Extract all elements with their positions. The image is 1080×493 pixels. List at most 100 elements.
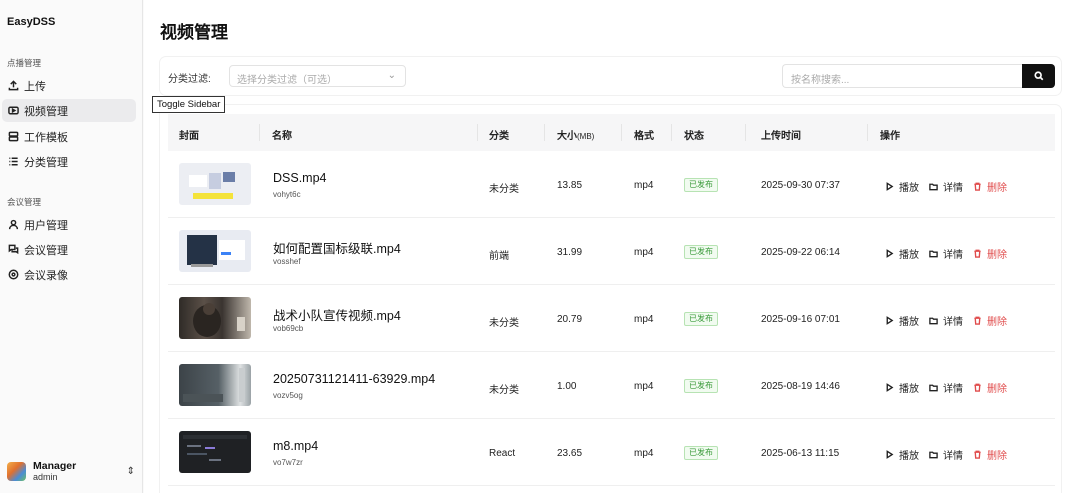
play-button[interactable]: 播放 (885, 380, 919, 395)
sidebar-item-user-management[interactable]: 用户管理 (2, 213, 136, 236)
play-button[interactable]: 播放 (885, 179, 919, 194)
video-format: mp4 (634, 314, 654, 325)
video-size: 13.85 (557, 180, 583, 191)
video-size: 31.99 (557, 247, 583, 258)
search-icon (1033, 71, 1043, 81)
video-name: DSS.mp4 (273, 171, 327, 185)
user-menu[interactable]: Manager admin ⇕ (7, 458, 135, 484)
avatar (7, 461, 26, 481)
table-row: 战术小队宣传视频.mp4 vob69cb 未分类 20.79 mp4 已发布 2… (168, 286, 1055, 352)
video-size: 23.65 (557, 448, 583, 459)
user-icon (7, 219, 19, 231)
video-upload-time: 2025-06-13 11:15 (761, 448, 840, 459)
folder-open-icon (929, 250, 938, 258)
search-button[interactable] (1022, 64, 1055, 88)
table-row: m8.mp4 vo7w7zr React 23.65 mp4 已发布 2025-… (168, 420, 1055, 486)
sidebar-item-label: 视频管理 (24, 105, 68, 118)
detail-button[interactable]: 详情 (929, 380, 963, 395)
sidebar-item-work-template[interactable]: 工作模板 (2, 125, 136, 148)
folder-open-icon (929, 317, 938, 325)
status-badge: 已发布 (684, 245, 718, 259)
header-name: 名称 (272, 131, 292, 142)
detail-button[interactable]: 详情 (929, 246, 963, 261)
toggle-sidebar-tooltip: Toggle Sidebar (152, 96, 226, 113)
play-button[interactable]: 播放 (885, 447, 919, 462)
trash-icon (974, 383, 981, 392)
chevron-down-icon: ⌄ (387, 70, 396, 81)
sidebar-item-category-management[interactable]: 分类管理 (2, 150, 136, 173)
delete-button[interactable]: 删除 (973, 246, 1007, 261)
video-thumbnail[interactable] (179, 297, 251, 339)
header-upload-time: 上传时间 (761, 131, 801, 142)
status-badge: 已发布 (684, 446, 718, 460)
sidebar-item-meeting-management[interactable]: 会议管理 (2, 238, 136, 261)
trash-icon (974, 316, 981, 325)
category-filter-label: 分类过滤: (168, 74, 211, 85)
video-size: 20.79 (557, 314, 583, 325)
video-category: 前端 (489, 251, 509, 262)
sidebar-item-label: 会议管理 (24, 244, 68, 257)
table-row: 如何配置国标级联.mp4 vosshef 前端 31.99 mp4 已发布 20… (168, 219, 1055, 285)
page-title: 视频管理 (160, 23, 228, 42)
user-role: admin (33, 471, 58, 482)
select-placeholder: 选择分类过滤（可选） (237, 75, 337, 86)
group-title-vod: 点播管理 (7, 58, 42, 68)
video-upload-time: 2025-08-19 14:46 (761, 381, 840, 392)
trash-icon (974, 182, 981, 191)
sidebar-item-label: 分类管理 (24, 156, 68, 169)
folder-open-icon (929, 384, 938, 392)
detail-button[interactable]: 详情 (929, 447, 963, 462)
video-id: vob69cb (273, 324, 304, 333)
play-button[interactable]: 播放 (885, 313, 919, 328)
video-thumbnail[interactable] (179, 364, 251, 406)
template-icon (7, 131, 19, 143)
status-badge: 已发布 (684, 178, 718, 192)
detail-button[interactable]: 详情 (929, 179, 963, 194)
main-content: 视频管理 分类过滤: 选择分类过滤（可选） ⌄ 按名称搜索... 封面 名称 分… (144, 0, 1080, 493)
user-name: Manager (33, 459, 77, 472)
video-id: vohyt6c (273, 190, 301, 199)
group-title-meeting: 会议管理 (7, 197, 42, 207)
chat-icon (7, 244, 19, 256)
video-id: vozv5og (273, 391, 303, 400)
detail-button[interactable]: 详情 (929, 313, 963, 328)
video-upload-time: 2025-09-16 07:01 (761, 314, 840, 325)
delete-button[interactable]: 删除 (973, 447, 1007, 462)
sidebar-item-upload[interactable]: 上传 (2, 74, 136, 97)
video-size: 1.00 (557, 381, 577, 392)
video-name: m8.mp4 (273, 439, 319, 453)
video-format: mp4 (634, 180, 654, 191)
search-placeholder: 按名称搜索... (791, 75, 850, 86)
header-size: 大小(MB) (557, 131, 595, 142)
video-thumbnail[interactable] (179, 230, 251, 272)
sidebar-item-meeting-recording[interactable]: 会议录像 (2, 263, 136, 286)
play-icon (886, 450, 894, 459)
folder-open-icon (929, 451, 938, 459)
video-thumbnail[interactable] (179, 163, 251, 205)
delete-button[interactable]: 删除 (973, 179, 1007, 194)
list-icon (7, 156, 19, 168)
delete-button[interactable]: 删除 (973, 380, 1007, 395)
video-format: mp4 (634, 381, 654, 392)
video-id: vo7w7zr (273, 458, 303, 467)
header-status: 状态 (684, 131, 704, 142)
sidebar-item-video-management[interactable]: 视频管理 (2, 99, 136, 122)
table-row: DSS.mp4 vohyt6c 未分类 13.85 mp4 已发布 2025-0… (168, 152, 1055, 218)
video-upload-time: 2025-09-22 06:14 (761, 247, 840, 258)
video-format: mp4 (634, 448, 654, 459)
header-cover: 封面 (179, 131, 199, 142)
video-thumbnail[interactable] (179, 431, 251, 473)
delete-button[interactable]: 删除 (973, 313, 1007, 328)
sidebar-item-label: 用户管理 (24, 219, 68, 232)
record-icon (7, 269, 19, 281)
video-format: mp4 (634, 247, 654, 258)
play-icon (886, 383, 894, 392)
category-filter-select[interactable]: 选择分类过滤（可选） ⌄ (229, 65, 406, 87)
play-button[interactable]: 播放 (885, 246, 919, 261)
video-category: 未分类 (489, 184, 519, 195)
video-category: React (489, 448, 516, 459)
table-header: 封面 名称 分类 大小(MB) 格式 状态 上传时间 操作 (168, 114, 1055, 151)
video-category: 未分类 (489, 318, 519, 329)
search-input[interactable]: 按名称搜索... (782, 64, 1023, 88)
header-category: 分类 (489, 131, 509, 142)
